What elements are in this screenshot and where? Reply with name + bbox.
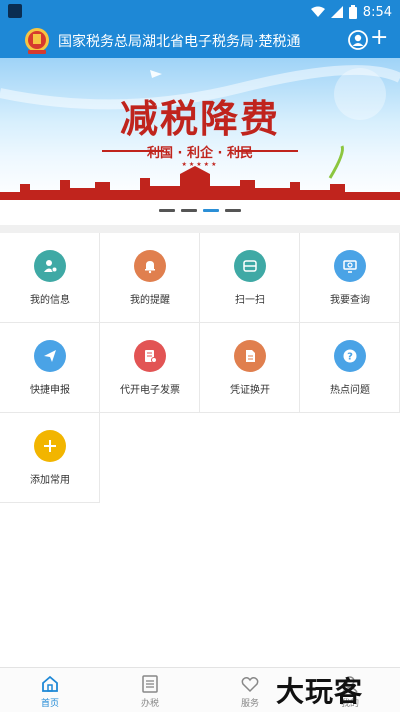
grid-item-quick-declare[interactable]: 快捷申报 xyxy=(0,323,100,413)
grid-item-e-invoice[interactable]: 代开电子发票 xyxy=(100,323,200,413)
grid-item-label: 快捷申报 xyxy=(30,385,70,396)
list-icon xyxy=(142,675,158,693)
nav-home[interactable]: 首页 xyxy=(0,668,100,712)
carousel-dot[interactable] xyxy=(181,209,197,212)
send-icon xyxy=(34,340,66,372)
section-divider xyxy=(0,225,400,233)
grid-item-my-info[interactable]: 我的信息 xyxy=(0,233,100,323)
app-header: 国家税务总局湖北省电子税务局·楚税通 + xyxy=(0,24,400,58)
carousel-dot[interactable] xyxy=(159,209,175,212)
grid-item-scan[interactable]: 扫一扫 xyxy=(200,233,300,323)
scan-icon xyxy=(234,250,266,282)
add-icon[interactable]: + xyxy=(370,27,388,50)
grid-item-label: 热点问题 xyxy=(330,385,370,396)
banner-title: 减税降费 xyxy=(119,96,280,141)
grid-item-my-reminder[interactable]: 我的提醒 xyxy=(100,233,200,323)
monitor-search-icon xyxy=(334,250,366,282)
app-notification-icon xyxy=(8,4,22,18)
battery-icon xyxy=(348,5,357,19)
plus-icon xyxy=(34,430,66,462)
carousel-dot-active[interactable] xyxy=(203,209,219,212)
grid-item-label: 扫一扫 xyxy=(235,295,265,306)
wifi-icon xyxy=(310,6,325,17)
grid-item-label: 我要查询 xyxy=(330,295,370,306)
grid-item-add-favorite[interactable]: 添加常用 xyxy=(0,413,100,503)
app-title: 国家税务总局湖北省电子税务局·楚税通 xyxy=(58,34,301,50)
svg-text:?: ? xyxy=(347,352,353,363)
nav-tax-label: 办税 xyxy=(140,699,159,709)
banner-subtitle: 利国 · 利企 · 利民 xyxy=(147,146,253,161)
user-info-icon xyxy=(34,250,66,282)
status-bar: 8:54 xyxy=(0,0,400,24)
carousel-indicator xyxy=(0,205,400,215)
home-icon xyxy=(42,675,58,692)
grid-item-label: 代开电子发票 xyxy=(120,385,180,396)
carousel-dot[interactable] xyxy=(225,209,241,212)
watermark-text: 大玩客 xyxy=(276,675,364,708)
grid-item-label: 我的提醒 xyxy=(130,295,170,306)
grid-item-query[interactable]: 我要查询 xyxy=(300,233,400,323)
status-time: 8:54 xyxy=(362,4,392,20)
banner-line-right xyxy=(236,150,298,152)
invoice-icon xyxy=(134,340,166,372)
tax-emblem-icon xyxy=(25,28,49,54)
grid-item-voucher-exchange[interactable]: 凭证换开 xyxy=(200,323,300,413)
grid-item-label: 我的信息 xyxy=(30,295,70,306)
heart-icon xyxy=(241,677,259,693)
question-icon: ? xyxy=(334,340,366,372)
document-icon xyxy=(234,340,266,372)
grid-item-label: 凭证换开 xyxy=(230,385,270,396)
function-grid: 我的信息 我的提醒 扫一扫 我要查询 快捷申报 代开电子发票 凭证换开 ? 热点… xyxy=(0,233,400,667)
promo-banner[interactable]: 减税降费 利国 · 利企 · 利民 ★★★★★ xyxy=(0,58,400,200)
user-account-icon[interactable] xyxy=(348,30,368,50)
status-right: 8:54 xyxy=(310,3,392,21)
grid-item-hot-questions[interactable]: ? 热点问题 xyxy=(300,323,400,413)
nav-tax[interactable]: 办税 xyxy=(100,668,200,712)
nav-home-label: 首页 xyxy=(40,699,59,709)
signal-icon xyxy=(330,6,343,18)
grid-item-label: 添加常用 xyxy=(30,475,70,486)
bell-icon xyxy=(134,250,166,282)
city-skyline-art xyxy=(0,166,400,200)
